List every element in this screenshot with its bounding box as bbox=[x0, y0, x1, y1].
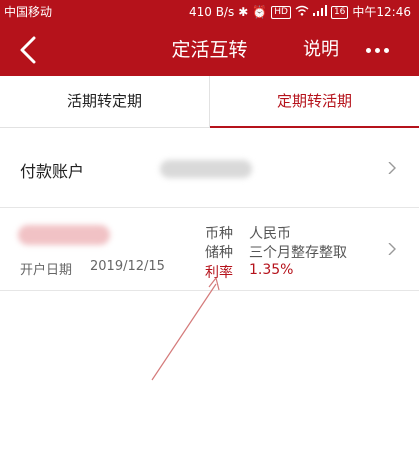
page-title: 定活互转 bbox=[171, 39, 248, 61]
account-number-masked bbox=[160, 160, 252, 178]
interest-rate-label: 利率 bbox=[205, 265, 233, 281]
status-bar: 中国移动 410 B/s ✱ ⏰ HD 16 中午12:46 bbox=[0, 0, 419, 24]
chevron-right-icon bbox=[388, 162, 396, 174]
hd-badge: HD bbox=[271, 5, 291, 19]
deposit-type-label: 储种 bbox=[205, 245, 233, 261]
deposit-item[interactable]: 开户日期 2019/12/15 币种 人民币 储种 三个月整存整取 利率 1.3… bbox=[0, 209, 419, 291]
status-indicators: 410 B/s ✱ ⏰ HD 16 中午12:46 bbox=[189, 0, 411, 24]
nav-bar: 定活互转 说明 bbox=[0, 24, 419, 76]
bluetooth-icon: ✱ bbox=[238, 5, 249, 19]
tab-fixed-to-demand[interactable]: 定期转活期 bbox=[210, 76, 419, 128]
signal-icon bbox=[312, 0, 327, 24]
interest-rate-value: 1.35% bbox=[249, 262, 294, 278]
payment-account-row[interactable]: 付款账户 bbox=[0, 128, 419, 208]
currency-field: 币种 人民币 bbox=[205, 223, 291, 243]
interest-rate-field: 利率 1.35% bbox=[205, 262, 293, 282]
currency-label: 币种 bbox=[205, 226, 233, 242]
deposit-type-value: 三个月整存整取 bbox=[249, 245, 347, 261]
more-dot bbox=[383, 47, 389, 53]
network-speed: 410 B/s bbox=[188, 5, 235, 19]
open-date-label: 开户日期 bbox=[20, 263, 73, 278]
more-menu-button[interactable] bbox=[362, 24, 392, 76]
deposit-type-field: 储种 三个月整存整取 bbox=[205, 242, 347, 262]
currency-value: 人民币 bbox=[249, 226, 291, 242]
tab-bar: 活期转定期 定期转活期 bbox=[0, 76, 419, 128]
open-date-value: 2019/12/15 bbox=[90, 259, 165, 274]
deposit-amount-masked bbox=[18, 225, 110, 245]
wifi-icon bbox=[295, 0, 309, 24]
status-time: 中午12:46 bbox=[352, 5, 411, 19]
chevron-left-icon bbox=[20, 36, 36, 64]
back-button[interactable] bbox=[10, 32, 46, 68]
help-button[interactable]: 说明 bbox=[303, 24, 339, 76]
carrier-name: 中国移动 bbox=[4, 5, 53, 19]
alarm-icon: ⏰ bbox=[252, 5, 268, 19]
more-dot bbox=[374, 47, 380, 53]
app-header: 中国移动 410 B/s ✱ ⏰ HD 16 中午12:46 定活互转 说明 bbox=[0, 0, 419, 76]
tab-demand-to-fixed[interactable]: 活期转定期 bbox=[0, 76, 209, 127]
payment-account-label: 付款账户 bbox=[20, 162, 85, 181]
battery-icon: 16 bbox=[330, 5, 349, 19]
chevron-right-icon bbox=[388, 243, 396, 255]
more-dots-icon bbox=[365, 47, 371, 53]
